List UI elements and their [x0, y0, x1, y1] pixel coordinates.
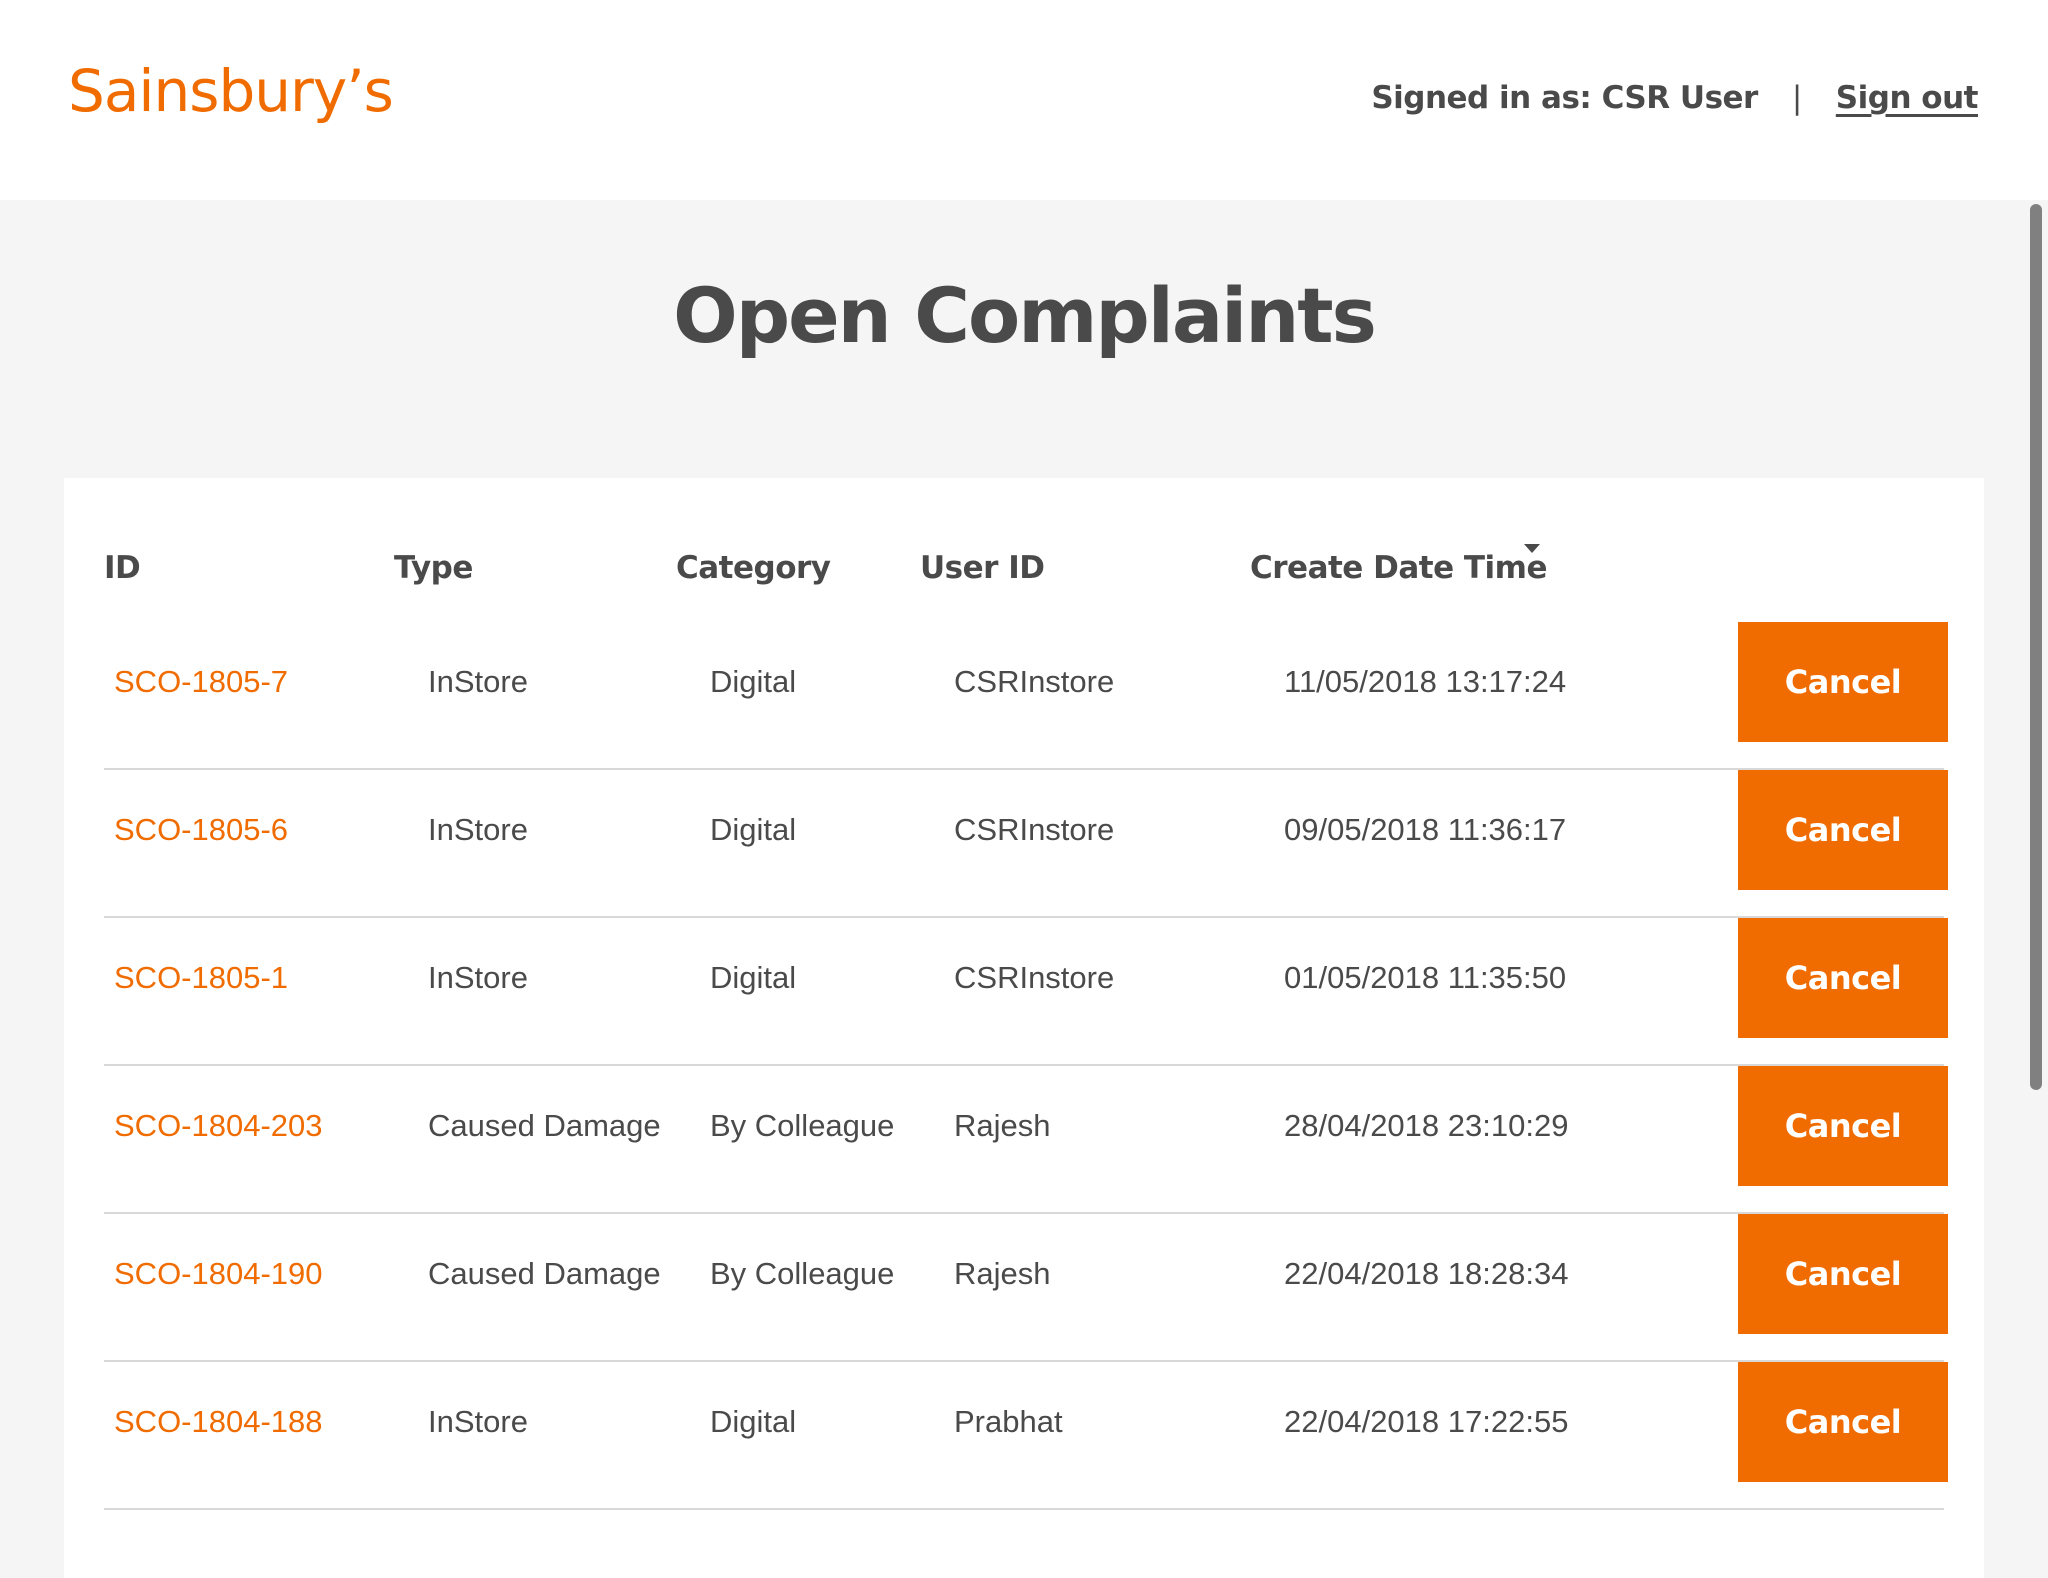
complaint-category: Digital [710, 664, 797, 699]
complaint-user-id: CSRInstore [954, 812, 1115, 847]
column-header-type[interactable]: Type [394, 550, 473, 586]
complaint-id-link[interactable]: SCO-1805-7 [114, 622, 288, 742]
column-header-create-date-time[interactable]: Create Date Time [1250, 550, 1548, 586]
complaint-created: 22/04/2018 17:22:55 [1284, 1404, 1569, 1439]
table-row: SCO-1804-190 Caused Damage By Colleague Raj… [104, 1214, 1948, 1362]
table-row: SCO-1805-6 InStore Digital CSRInstore 09/05/… [104, 770, 1948, 918]
complaint-user-id: Prabhat [954, 1404, 1063, 1439]
complaint-type: InStore [428, 960, 528, 995]
scrollbar-thumb[interactable] [2030, 204, 2042, 1090]
complaint-type: InStore [428, 1404, 528, 1439]
complaint-type: InStore [428, 664, 528, 699]
complaint-created: 11/05/2018 13:17:24 [1284, 664, 1567, 699]
complaint-created: 22/04/2018 18:28:34 [1284, 1256, 1569, 1291]
table-row: SCO-1804-203 Caused Damage By Colleague Raj… [104, 1066, 1948, 1214]
complaint-created: 09/05/2018 11:36:17 [1284, 812, 1567, 847]
complaint-category: Digital [710, 960, 797, 995]
signed-in-label: Signed in as: CSR User [1371, 80, 1758, 116]
cancel-button[interactable]: Cancel [1738, 1362, 1948, 1482]
cancel-button[interactable]: Cancel [1738, 770, 1948, 890]
cancel-button[interactable]: Cancel [1738, 1214, 1948, 1334]
table-header: ID Type Category User ID Create Date Tim… [104, 544, 1944, 600]
cancel-button[interactable]: Cancel [1738, 1066, 1948, 1186]
site-header: Sainsbury’s Signed in as: CSR User | Sig… [0, 0, 2048, 200]
page-title: Open Complaints [673, 271, 1377, 360]
complaint-id-link[interactable]: SCO-1804-188 [114, 1362, 323, 1482]
complaint-id-link[interactable]: SCO-1805-1 [114, 918, 288, 1038]
complaint-created: 01/05/2018 11:35:50 [1284, 960, 1567, 995]
complaint-user-id: Rajesh [954, 1256, 1051, 1291]
sign-out-link[interactable]: Sign out [1836, 80, 1979, 116]
complaint-user-id: CSRInstore [954, 960, 1115, 995]
sort-descending-icon[interactable] [1524, 544, 1540, 553]
complaint-id-link[interactable]: SCO-1804-190 [114, 1214, 323, 1334]
column-header-category[interactable]: Category [676, 550, 831, 586]
table-row: SCO-1805-7 InStore Digital CSRInstore 11/05/… [104, 622, 1948, 770]
complaint-type: InStore [428, 812, 528, 847]
user-area: Signed in as: CSR User | Sign out [1371, 80, 1978, 116]
table-row: SCO-1804-188 InStore Digital Prabhat 22/04/2… [104, 1362, 1948, 1510]
header-divider: | [1791, 80, 1802, 116]
complaint-id-link[interactable]: SCO-1804-203 [114, 1066, 323, 1186]
complaint-category: By Colleague [710, 1256, 895, 1291]
complaint-category: Digital [710, 1404, 797, 1439]
complaint-created: 28/04/2018 23:10:29 [1284, 1108, 1569, 1143]
column-header-user-id[interactable]: User ID [920, 550, 1045, 586]
complaint-category: Digital [710, 812, 797, 847]
complaint-user-id: Rajesh [954, 1108, 1051, 1143]
cancel-button[interactable]: Cancel [1738, 918, 1948, 1038]
complaint-id-link[interactable]: SCO-1805-6 [114, 770, 288, 890]
complaint-type: Caused Damage [428, 1108, 661, 1143]
complaint-category: By Colleague [710, 1108, 895, 1143]
column-header-id[interactable]: ID [104, 550, 141, 586]
sainsburys-logo[interactable]: Sainsbury’s [68, 62, 394, 120]
cancel-button[interactable]: Cancel [1738, 622, 1948, 742]
table-row: SCO-1805-1 InStore Digital CSRInstore 01/05/… [104, 918, 1948, 1066]
complaints-table-card: ID Type Category User ID Create Date Tim… [64, 478, 1984, 1578]
complaint-user-id: CSRInstore [954, 664, 1115, 699]
complaint-type: Caused Damage [428, 1256, 661, 1291]
